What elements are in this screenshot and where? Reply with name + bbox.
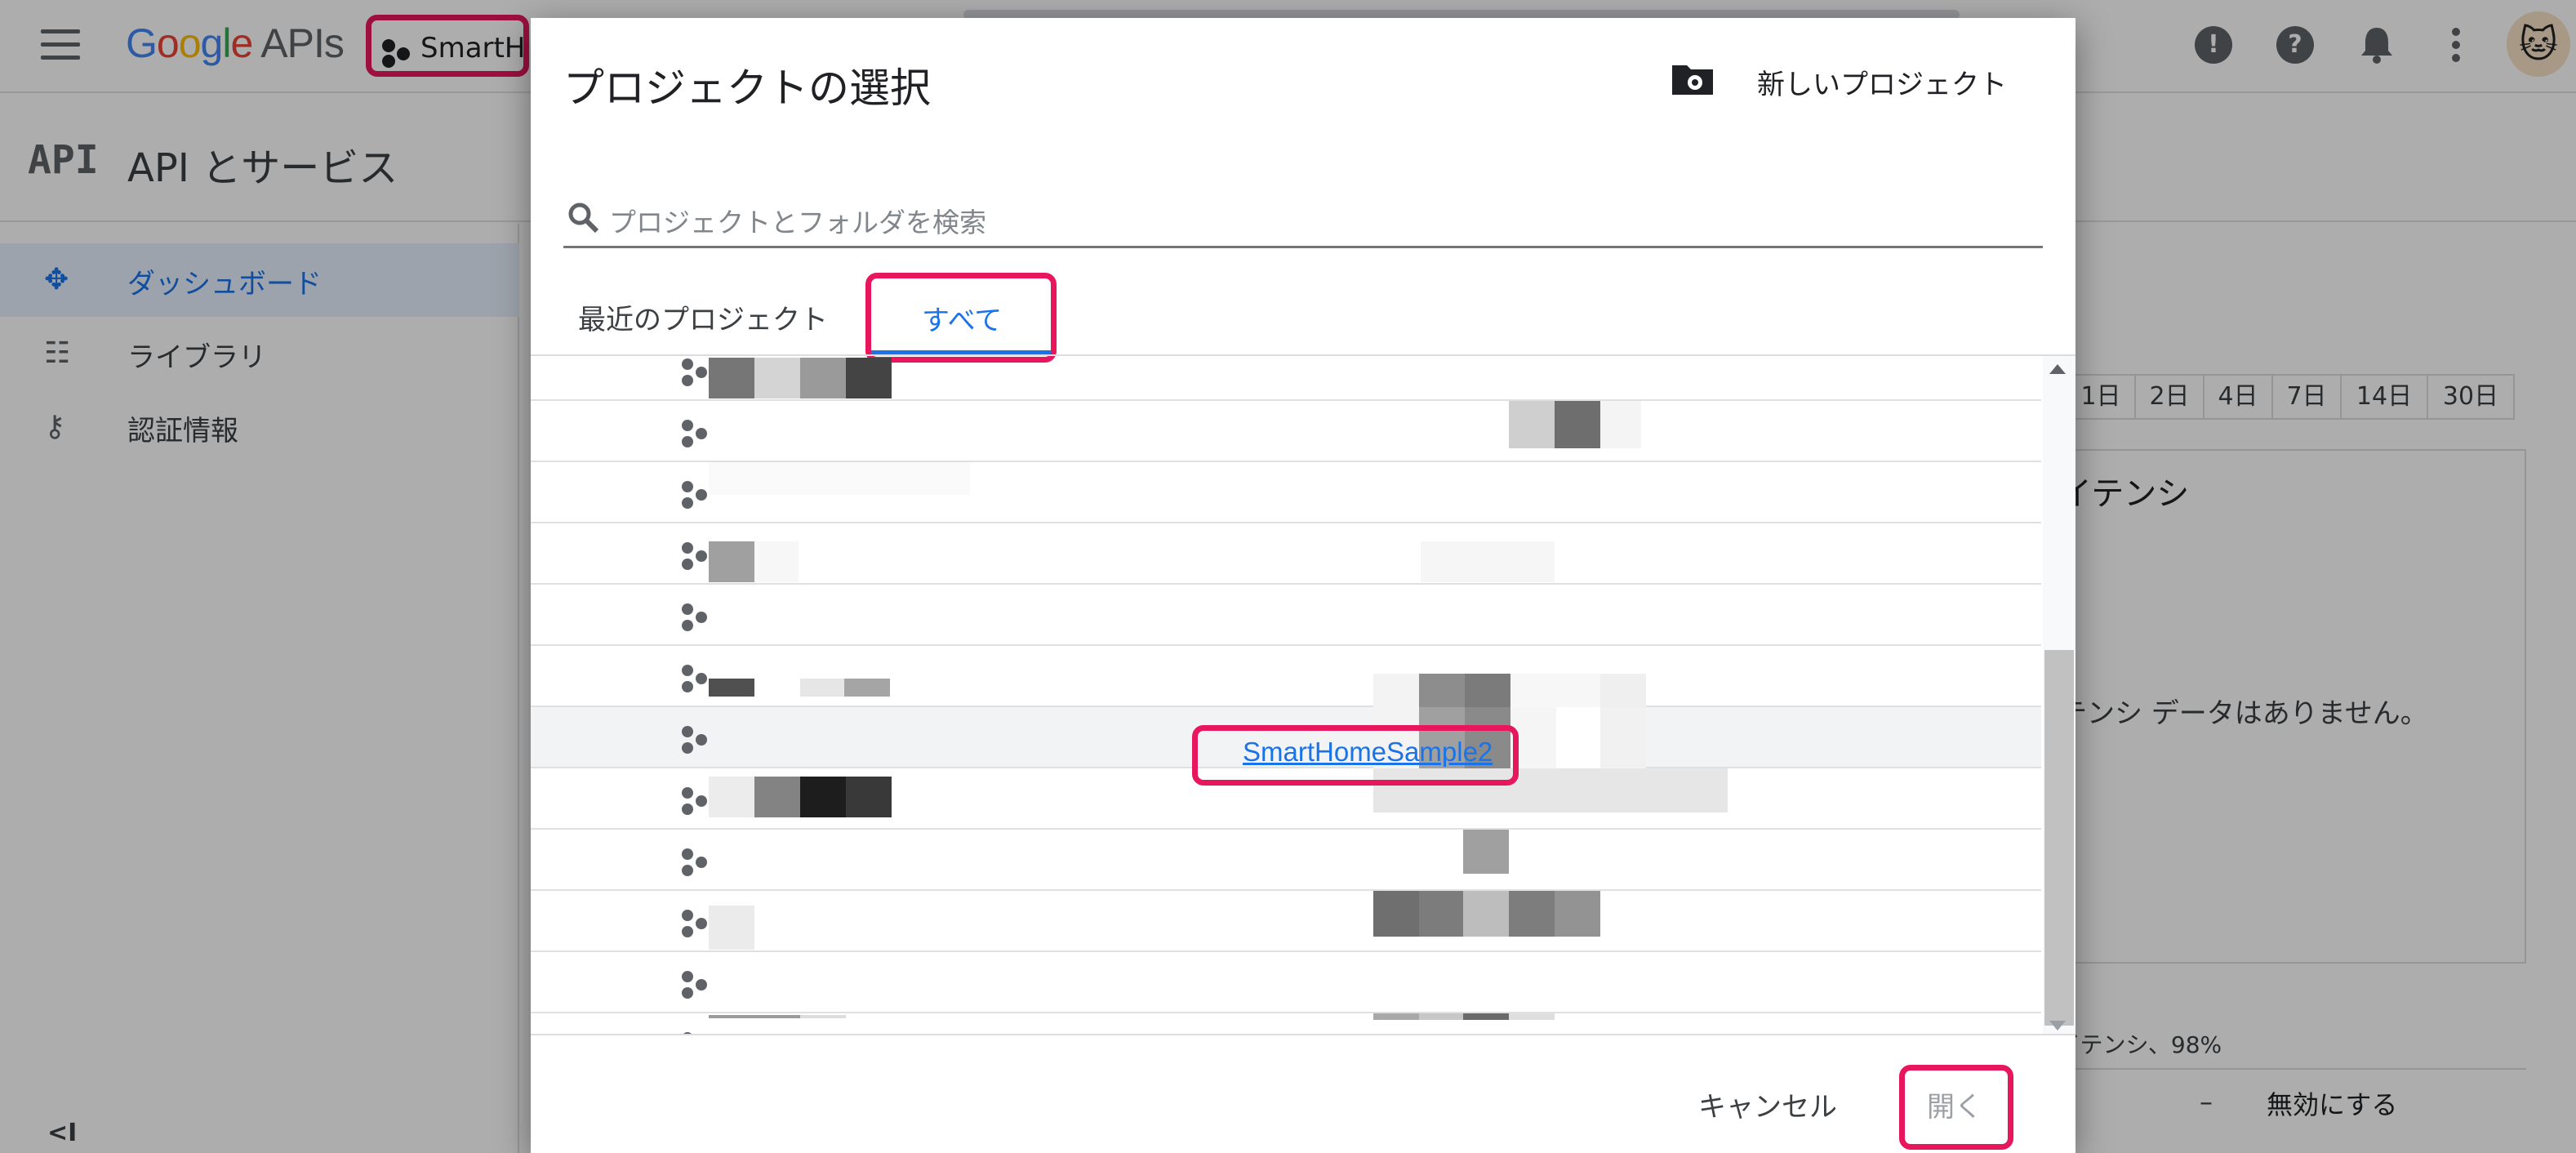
project-icon bbox=[682, 848, 707, 876]
dialog-title: プロジェクトの選択 bbox=[563, 65, 931, 112]
project-row[interactable] bbox=[531, 356, 2041, 401]
project-icon bbox=[682, 971, 707, 999]
project-icon bbox=[682, 481, 707, 509]
project-icon bbox=[682, 358, 707, 386]
redacted-id bbox=[1373, 674, 1646, 707]
redacted-name bbox=[709, 1015, 846, 1018]
project-icon bbox=[682, 726, 707, 754]
redacted-name bbox=[709, 462, 970, 495]
redacted-id bbox=[1421, 541, 1555, 582]
redacted-name bbox=[709, 358, 892, 398]
tab-label: すべて bbox=[922, 305, 1003, 337]
project-row[interactable] bbox=[531, 462, 2041, 523]
project-icon bbox=[682, 910, 707, 937]
project-icon bbox=[682, 420, 707, 447]
redacted-name bbox=[709, 541, 799, 582]
divider bbox=[531, 1034, 2075, 1035]
select-project-dialog: プロジェクトの選択 新しいプロジェクト プロジェクトとフォルダを検索 最近のプロ… bbox=[531, 18, 2075, 1153]
redacted-id bbox=[1373, 1013, 1555, 1020]
project-row[interactable] bbox=[531, 646, 2041, 707]
open-button[interactable]: 開く bbox=[1927, 1084, 1982, 1124]
project-row[interactable] bbox=[531, 830, 2041, 891]
scroll-down-icon[interactable] bbox=[2049, 1021, 2066, 1031]
project-list bbox=[531, 356, 2041, 1034]
project-row[interactable] bbox=[531, 952, 2041, 1013]
project-link-smarthomesample2[interactable]: SmartHomeSample2 bbox=[1243, 737, 1493, 768]
project-row[interactable] bbox=[531, 523, 2041, 585]
project-row[interactable] bbox=[531, 1013, 2041, 1034]
search-icon bbox=[568, 203, 599, 234]
redacted-id bbox=[1509, 401, 1641, 448]
project-row[interactable] bbox=[531, 891, 2041, 952]
redacted-id bbox=[1463, 830, 1509, 874]
new-project-button[interactable]: 新しいプロジェクト bbox=[1671, 57, 2046, 109]
project-search-input[interactable]: プロジェクトとフォルダを検索 bbox=[563, 189, 2043, 248]
scrollbar-thumb[interactable] bbox=[2044, 650, 2074, 1026]
project-row[interactable] bbox=[531, 401, 2041, 462]
redacted-id bbox=[1373, 891, 1600, 937]
new-project-label: 新しいプロジェクト bbox=[1757, 69, 2007, 101]
scroll-up-icon[interactable] bbox=[2049, 364, 2066, 374]
redacted-name bbox=[709, 777, 892, 817]
redacted-name bbox=[709, 906, 754, 950]
tab-all[interactable]: すべて bbox=[865, 273, 1057, 363]
cancel-button[interactable]: キャンセル bbox=[1698, 1084, 1837, 1124]
project-icon bbox=[682, 665, 707, 692]
project-row[interactable] bbox=[531, 585, 2041, 646]
new-folder-icon bbox=[1672, 65, 1713, 95]
project-icon bbox=[682, 542, 707, 570]
project-icon bbox=[682, 787, 707, 815]
search-placeholder: プロジェクトとフォルダを検索 bbox=[609, 207, 986, 238]
tab-recent-projects[interactable]: 最近のプロジェクト bbox=[555, 273, 828, 363]
redacted-name bbox=[709, 679, 890, 697]
tab-label: 最近のプロジェクト bbox=[578, 304, 828, 336]
project-icon bbox=[682, 603, 707, 631]
